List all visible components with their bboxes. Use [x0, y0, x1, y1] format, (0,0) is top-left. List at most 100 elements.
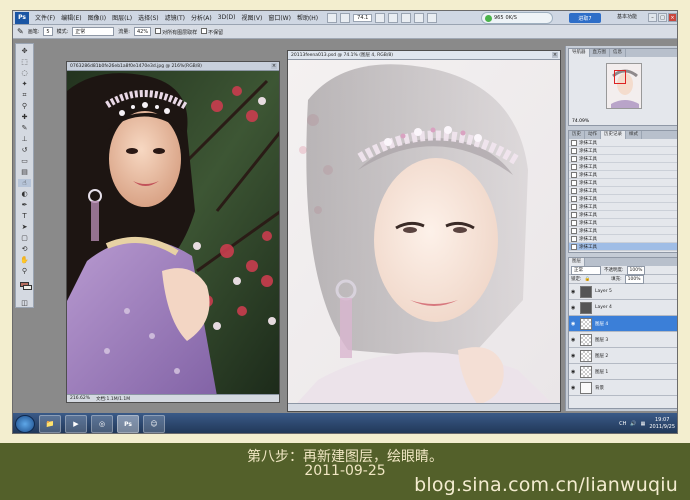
- sample-all-checkbox[interactable]: [155, 27, 162, 34]
- status-zoom[interactable]: 216.62%: [70, 396, 90, 401]
- flow-field[interactable]: 42%: [133, 27, 152, 36]
- minimize-icon[interactable]: –: [648, 13, 657, 22]
- tab-actions[interactable]: 动作: [585, 131, 601, 139]
- photoshop-taskbar-icon[interactable]: Ps: [117, 415, 139, 433]
- retain-option[interactable]: 不保留: [201, 27, 223, 36]
- bridge-icon[interactable]: [327, 12, 338, 23]
- layer-row[interactable]: ◉ Layer 5: [569, 284, 677, 300]
- 3d-rotate-tool-icon[interactable]: ⟲: [18, 245, 31, 253]
- qq-taskbar-icon[interactable]: ☺: [143, 415, 165, 433]
- tab-histogram[interactable]: 直方图: [590, 49, 610, 57]
- type-tool-icon[interactable]: T: [18, 212, 31, 220]
- visibility-eye-icon[interactable]: ◉: [571, 289, 577, 295]
- opacity-field[interactable]: 100%: [626, 265, 646, 275]
- start-button[interactable]: [15, 415, 35, 433]
- history-item[interactable]: 涂抹工具: [569, 195, 677, 203]
- workspace-switcher[interactable]: 基本功能: [617, 13, 637, 20]
- tab-navigator[interactable]: 导航器: [569, 49, 590, 57]
- dodge-tool-icon[interactable]: ◐: [18, 190, 31, 198]
- hand-tool-panel-icon[interactable]: ✋: [18, 256, 31, 264]
- shape-tool-icon[interactable]: ▢: [18, 234, 31, 242]
- visibility-eye-icon[interactable]: ◉: [571, 321, 577, 327]
- history-item[interactable]: 涂抹工具: [569, 227, 677, 235]
- zoom-level-field[interactable]: 74.1: [353, 13, 373, 22]
- menu-layer[interactable]: 图层(L): [109, 13, 135, 22]
- close-document-icon-painting[interactable]: ×: [552, 52, 558, 58]
- media-player-taskbar-icon[interactable]: ▶: [65, 415, 87, 433]
- volume-icon[interactable]: 🔊: [630, 421, 636, 427]
- brush-tool-icon-panel[interactable]: ✎: [18, 124, 31, 132]
- menu-file[interactable]: 文件(F): [32, 13, 58, 22]
- zoom-tool-panel-icon[interactable]: ⚲: [18, 267, 31, 275]
- document-tab-reference[interactable]: 0763286d81b0fe26eb1a8f0e1470e3d.jpg @ 21…: [67, 62, 279, 71]
- clone-stamp-tool-icon[interactable]: ⊥: [18, 135, 31, 143]
- move-tool-icon[interactable]: ✥: [18, 47, 31, 55]
- menu-window[interactable]: 窗口(W): [265, 13, 294, 22]
- history-item[interactable]: 涂抹工具: [569, 147, 677, 155]
- blend-mode-select[interactable]: 正常: [571, 265, 601, 275]
- brush-size-field[interactable]: 5: [43, 27, 53, 36]
- rotate-view-icon[interactable]: [401, 12, 412, 23]
- navigator-zoom[interactable]: 74.09%: [572, 119, 589, 124]
- tab-history-1[interactable]: 历史: [569, 131, 585, 139]
- menu-edit[interactable]: 编辑(E): [58, 13, 84, 22]
- healing-tool-icon[interactable]: ✚: [18, 113, 31, 121]
- enter-button[interactable]: 进取7: [569, 13, 601, 23]
- clock[interactable]: 19:07 2011/9/25: [649, 417, 675, 431]
- history-item[interactable]: 涂抹工具: [569, 171, 677, 179]
- crop-tool-icon[interactable]: ⌗: [18, 91, 31, 99]
- visibility-eye-icon[interactable]: ◉: [571, 369, 577, 375]
- eyedropper-tool-icon[interactable]: ⚲: [18, 102, 31, 110]
- history-item[interactable]: 涂抹工具: [569, 155, 677, 163]
- history-item[interactable]: 涂抹工具: [569, 163, 677, 171]
- visibility-eye-icon[interactable]: ◉: [571, 337, 577, 343]
- eraser-tool-icon[interactable]: ▭: [18, 157, 31, 165]
- maximize-icon[interactable]: □: [658, 13, 667, 22]
- fill-field[interactable]: 100%: [624, 274, 644, 284]
- document-window-reference[interactable]: 0763286d81b0fe26eb1a8f0e1470e3d.jpg @ 21…: [66, 61, 280, 403]
- layer-row[interactable]: ◉ Layer 4: [569, 300, 677, 316]
- marquee-tool-icon[interactable]: ⬚: [18, 58, 31, 66]
- pen-tool-icon[interactable]: ✒: [18, 201, 31, 209]
- lock-icon[interactable]: 🔒: [585, 277, 591, 282]
- tab-styles[interactable]: 样式: [626, 131, 642, 139]
- painting-canvas[interactable]: [288, 60, 561, 412]
- zoom-tool-icon[interactable]: [388, 12, 399, 23]
- hand-tool-icon[interactable]: [375, 12, 386, 23]
- menu-3d[interactable]: 3D(D): [215, 14, 239, 21]
- explorer-taskbar-icon[interactable]: 📁: [39, 415, 61, 433]
- document-window-painting[interactable]: 20113feena013.psd @ 74.1% (图层 4, RGB/8) …: [287, 50, 561, 412]
- tab-history[interactable]: 历史记录: [601, 131, 626, 139]
- language-indicator[interactable]: CH: [619, 421, 626, 427]
- menu-select[interactable]: 选择(S): [135, 13, 162, 22]
- mode-select[interactable]: 正常: [72, 27, 115, 36]
- visibility-eye-icon[interactable]: ◉: [571, 385, 577, 391]
- menu-analysis[interactable]: 分析(A): [188, 13, 215, 22]
- navigator-view-box[interactable]: [614, 70, 626, 84]
- menu-filter[interactable]: 滤镜(T): [162, 13, 188, 22]
- gradient-tool-icon[interactable]: ▤: [18, 168, 31, 176]
- layer-row[interactable]: ◉ 图层 3: [569, 332, 677, 348]
- browser-taskbar-icon[interactable]: ◎: [91, 415, 113, 433]
- close-document-icon[interactable]: ×: [271, 63, 277, 69]
- close-icon[interactable]: ×: [668, 13, 677, 22]
- tab-info[interactable]: 信息: [610, 49, 626, 57]
- sample-all-option[interactable]: 对所有图层取样: [155, 27, 197, 36]
- layer-row[interactable]: ◉ 背景: [569, 380, 677, 396]
- history-item[interactable]: 涂抹工具: [569, 211, 677, 219]
- history-item[interactable]: 涂抹工具: [569, 203, 677, 211]
- history-item[interactable]: 涂抹工具: [569, 139, 677, 147]
- document-tab-painting[interactable]: 20113feena013.psd @ 74.1% (图层 4, RGB/8) …: [288, 51, 560, 60]
- view-extras-icon[interactable]: [340, 12, 351, 23]
- visibility-eye-icon[interactable]: ◉: [571, 353, 577, 359]
- history-brush-tool-icon[interactable]: ↺: [18, 146, 31, 154]
- navigator-thumbnail[interactable]: [606, 63, 642, 109]
- retain-checkbox[interactable]: [201, 27, 208, 34]
- menu-help[interactable]: 帮助(H): [294, 13, 321, 22]
- visibility-eye-icon[interactable]: ◉: [571, 305, 577, 311]
- menu-view[interactable]: 视图(V): [239, 13, 266, 22]
- layer-row[interactable]: ◉ 图层 2: [569, 348, 677, 364]
- quick-mask-icon[interactable]: ◫: [18, 299, 31, 307]
- history-item[interactable]: 涂抹工具: [569, 187, 677, 195]
- brush-tool-icon[interactable]: ✎: [17, 27, 24, 36]
